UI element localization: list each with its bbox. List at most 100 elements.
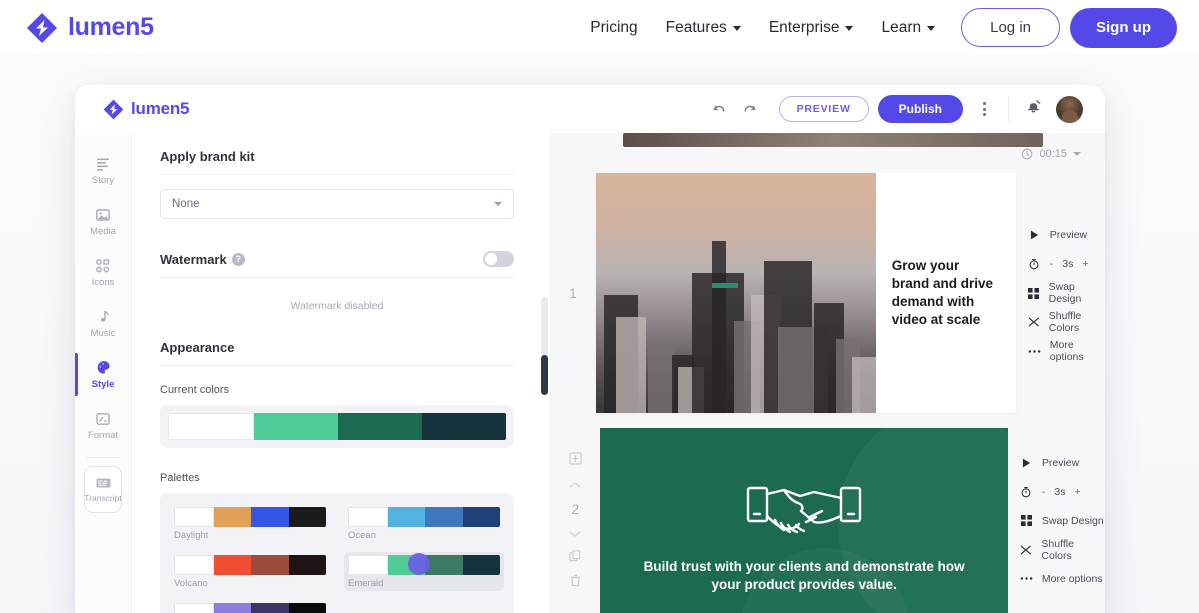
- play-icon: [1020, 458, 1033, 468]
- scene-1-duration-controls: - 3s +: [1050, 258, 1089, 270]
- user-avatar[interactable]: [1056, 95, 1083, 123]
- grid-icon: [1020, 515, 1033, 526]
- sidebar-item-media[interactable]: Media: [75, 196, 131, 247]
- site-logo[interactable]: lumen5: [26, 12, 154, 44]
- sidebar-item-format[interactable]: Format: [75, 400, 131, 451]
- nav-item-pricing[interactable]: Pricing: [576, 11, 651, 45]
- palette-daylight[interactable]: Daylight: [170, 504, 330, 543]
- scene-2-preview-action[interactable]: Preview: [1020, 448, 1105, 477]
- chevron-down-icon: [927, 26, 936, 31]
- scene-2-shuffle-colors-action[interactable]: Shuffle Colors: [1020, 535, 1105, 564]
- palette-emerald[interactable]: Emerald: [344, 552, 504, 591]
- move-scene-up-icon[interactable]: [569, 477, 581, 492]
- add-scene-icon[interactable]: [569, 451, 582, 468]
- palette-ocean[interactable]: Ocean: [344, 504, 504, 543]
- brand-kit-value: None: [172, 198, 200, 210]
- help-icon[interactable]: ?: [231, 252, 245, 266]
- scene-1-more-options-label: More options: [1049, 339, 1084, 363]
- current-colors-strip: [168, 413, 506, 440]
- sidebar-item-icons-label: Icons: [91, 276, 115, 288]
- duplicate-scene-icon[interactable]: [569, 549, 581, 565]
- panel-scrollbar[interactable]: [541, 297, 548, 395]
- app-logo[interactable]: lumen5: [103, 99, 190, 120]
- increase-duration-button[interactable]: +: [1074, 486, 1080, 498]
- scene-2-shuffle-colors-label: Shuffle Colors: [1041, 537, 1074, 562]
- scene-1-swap-design-action[interactable]: Swap Design: [1028, 279, 1105, 308]
- scene-2-duration-stepper[interactable]: - 3s +: [1020, 477, 1105, 506]
- move-scene-down-icon[interactable]: [569, 526, 581, 541]
- preview-button[interactable]: PREVIEW: [778, 96, 869, 122]
- current-colors-card[interactable]: [160, 405, 514, 448]
- color-swatch[interactable]: [254, 413, 338, 440]
- scene-1-text[interactable]: Grow your brand and drive demand with vi…: [875, 173, 1016, 413]
- chevron-down-icon[interactable]: [1073, 152, 1081, 156]
- divider: [160, 365, 514, 366]
- redo-icon[interactable]: [735, 94, 765, 124]
- scene-1: 1 Grow your brand and drive demand with …: [550, 173, 1105, 413]
- scene-1-number: 1: [568, 285, 577, 301]
- sidebar-item-transcript[interactable]: Transcript: [84, 466, 122, 513]
- chevron-down-icon: [732, 26, 741, 31]
- delete-scene-icon[interactable]: [570, 574, 581, 590]
- brand-kit-select[interactable]: None: [160, 189, 514, 219]
- palette-cosmos[interactable]: Cosmos: [170, 600, 330, 613]
- timer-icon: [1020, 486, 1033, 498]
- nav-item-enterprise[interactable]: Enterprise: [755, 11, 868, 45]
- app-header: lumen5 PREVIEW Publish: [75, 85, 1105, 133]
- scene-2-more-options-label: More options: [1041, 572, 1103, 585]
- palette-volcano[interactable]: Volcano: [170, 552, 330, 591]
- signup-button[interactable]: Sign up: [1070, 7, 1177, 48]
- scene-1-preview-label: Preview: [1049, 229, 1088, 241]
- music-note-icon: [100, 310, 109, 322]
- notification-bell-icon[interactable]: [1025, 98, 1042, 120]
- scene-2-text[interactable]: Build trust with your clients and demons…: [600, 558, 1007, 594]
- sidebar-item-icons[interactable]: Icons: [75, 247, 131, 298]
- color-swatch[interactable]: [338, 413, 422, 440]
- scene-1-card[interactable]: Grow your brand and drive demand with vi…: [595, 173, 1016, 413]
- nav-item-features[interactable]: Features: [652, 11, 755, 45]
- scene-1-media[interactable]: [595, 173, 876, 413]
- scene-2-menu: Preview - 3s + Swap Design Shuffle Color…: [1008, 428, 1105, 613]
- format-frame-icon: [96, 412, 110, 425]
- scene-1-shuffle-colors-action[interactable]: Shuffle Colors: [1028, 308, 1105, 337]
- sidebar-item-style[interactable]: Style: [75, 349, 131, 400]
- increase-duration-button[interactable]: +: [1082, 258, 1088, 270]
- palette-name: Daylight: [174, 530, 209, 541]
- building-sign: [711, 283, 738, 288]
- handshake-icon: [746, 486, 862, 534]
- scene-2-swap-design-action[interactable]: Swap Design: [1020, 506, 1105, 535]
- scene-canvas: 00:15 1 Grow your brand and drive demand…: [550, 133, 1105, 613]
- publish-button[interactable]: Publish: [877, 95, 963, 123]
- scene-1-duration-stepper[interactable]: - 3s +: [1028, 250, 1105, 279]
- undo-icon[interactable]: [705, 94, 735, 124]
- color-swatch[interactable]: [422, 413, 506, 440]
- sidebar-item-music[interactable]: Music: [75, 298, 131, 349]
- sidebar-item-story[interactable]: Story: [75, 145, 131, 196]
- decrease-duration-button[interactable]: -: [1042, 486, 1046, 498]
- style-settings-panel: Apply brand kit None Watermark ? Waterma…: [132, 133, 542, 613]
- watermark-toggle[interactable]: [483, 251, 514, 267]
- scene-2-duration-controls: - 3s +: [1042, 486, 1081, 498]
- lumen5-logo-icon: [103, 99, 124, 119]
- video-duration: 00:15: [1039, 148, 1067, 160]
- previous-scene-partial[interactable]: [623, 133, 1043, 147]
- chevron-down-icon: [494, 202, 502, 206]
- color-swatch[interactable]: [168, 413, 254, 440]
- header-divider: [1008, 96, 1009, 122]
- scene-1-more-options-action[interactable]: More options: [1028, 337, 1105, 366]
- scene-2-more-options-action[interactable]: More options: [1020, 564, 1105, 593]
- panel-scrollbar-thumb[interactable]: [541, 355, 548, 395]
- login-button[interactable]: Log in: [961, 8, 1060, 47]
- sidebar-item-music-label: Music: [90, 327, 116, 339]
- palette-name: Emerald: [348, 578, 384, 589]
- kebab-menu-icon[interactable]: [975, 96, 994, 122]
- scene-2-card[interactable]: Build trust with your clients and demons…: [600, 428, 1008, 613]
- decrease-duration-button[interactable]: -: [1050, 258, 1054, 270]
- transcript-icon: [96, 478, 110, 488]
- ellipsis-icon: [1028, 349, 1041, 354]
- app-header-actions: PREVIEW Publish: [705, 94, 1105, 124]
- sidebar-item-transcript-label: Transcript: [84, 493, 122, 503]
- building-shape: [851, 357, 876, 413]
- nav-item-learn[interactable]: Learn: [867, 11, 949, 45]
- scene-1-preview-action[interactable]: Preview: [1028, 221, 1105, 250]
